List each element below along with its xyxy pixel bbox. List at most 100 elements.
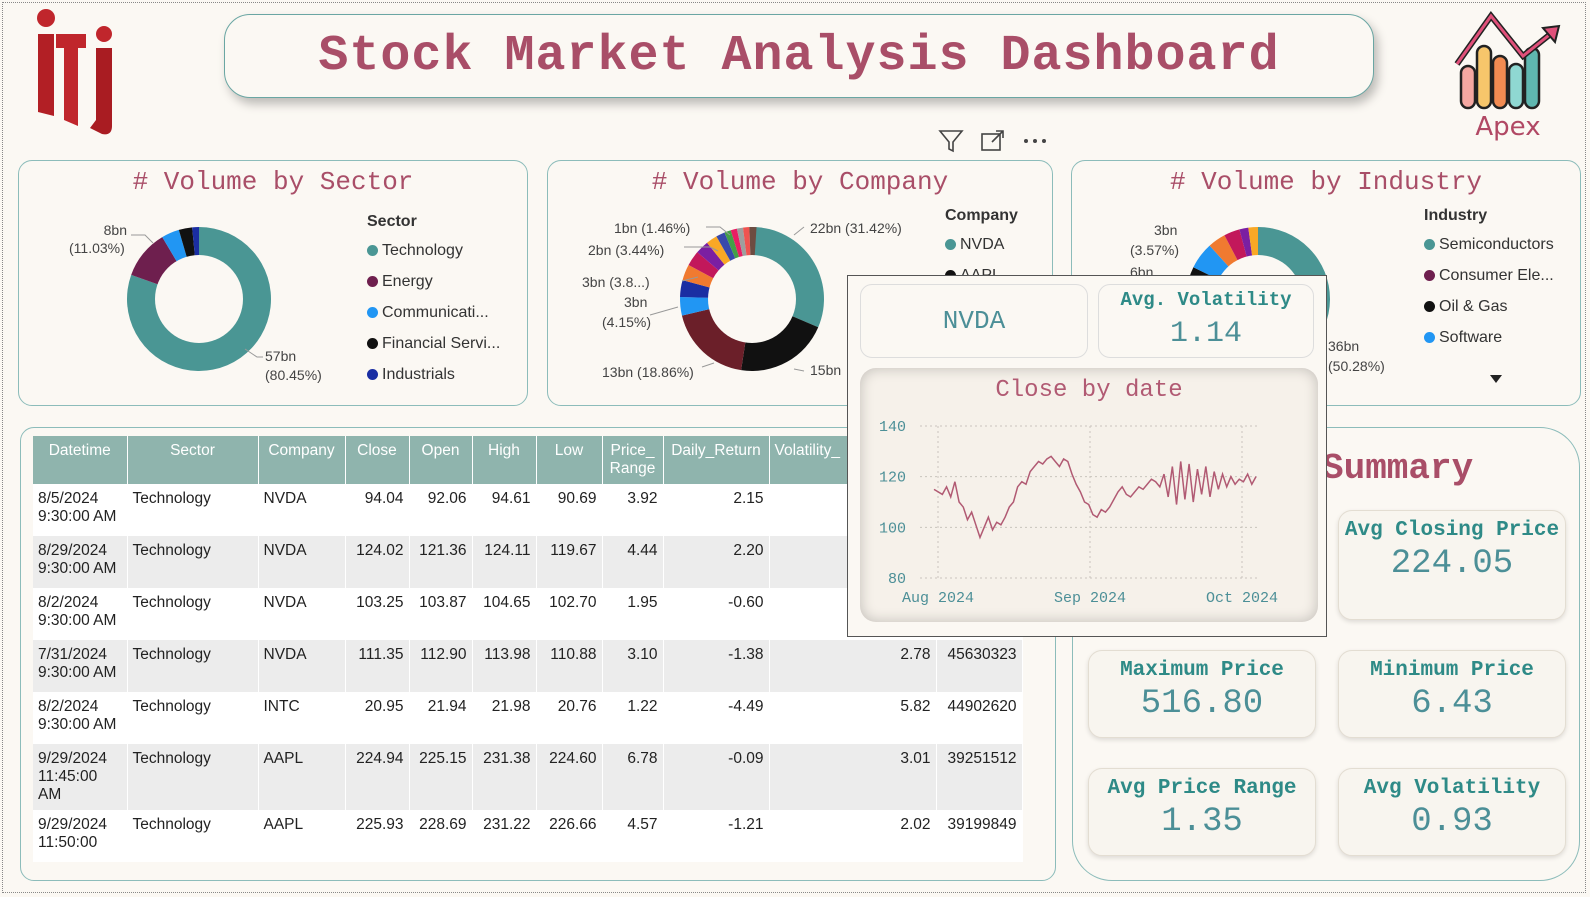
table-cell: AAPL bbox=[258, 810, 346, 862]
legend-dot bbox=[367, 338, 378, 349]
table-cell: Technology bbox=[127, 692, 259, 744]
table-row[interactable]: 7/31/2024 9:30:00 AM Technology NVDA 111.35… bbox=[33, 640, 1023, 692]
table-cell: 124.02 bbox=[345, 536, 410, 588]
table-cell: 8/2/2024 9:30:00 AM bbox=[33, 692, 128, 744]
table-cell: 1.95 bbox=[602, 588, 664, 640]
legend-label: Industrials bbox=[382, 365, 455, 383]
table-cell: 94.61 bbox=[472, 484, 537, 536]
company-label-2: 2bn (3.44%) bbox=[588, 242, 665, 258]
legend-label: Financial Servi... bbox=[382, 334, 501, 352]
legend-item[interactable]: Semiconductors bbox=[1424, 229, 1554, 260]
table-cell: 231.38 bbox=[472, 744, 537, 810]
table-row[interactable]: 9/29/2024 11:45:00 AM Technology AAPL 224.9… bbox=[33, 744, 1023, 810]
kpi-minimum-price: Minimum Price 6.43 bbox=[1338, 650, 1566, 738]
table-cell: 20.76 bbox=[536, 692, 603, 744]
column-header[interactable]: Datetime bbox=[33, 436, 128, 484]
legend-item[interactable]: Communicati... bbox=[367, 297, 500, 328]
table-cell: NVDA bbox=[258, 640, 346, 692]
industry-label-3-pct: (50.28%) bbox=[1328, 358, 1385, 374]
kpi-label: Minimum Price bbox=[1370, 659, 1534, 682]
table-cell: INTC bbox=[258, 692, 346, 744]
table-cell: 110.88 bbox=[536, 640, 603, 692]
more-options-icon[interactable] bbox=[1022, 128, 1048, 154]
table-cell: 7/31/2024 9:30:00 AM bbox=[33, 640, 128, 692]
table-cell: 6.78 bbox=[602, 744, 664, 810]
legend-dot bbox=[1424, 270, 1435, 281]
column-header[interactable]: High bbox=[472, 436, 537, 484]
legend-item[interactable]: NVDA bbox=[945, 229, 1018, 260]
sector-chart-title: # Volume by Sector bbox=[132, 167, 414, 197]
legend-item[interactable]: Consumer Ele... bbox=[1424, 260, 1554, 291]
industry-label-1-pct: (3.57%) bbox=[1130, 242, 1180, 258]
legend-item[interactable]: Software bbox=[1424, 322, 1554, 353]
table-cell: 113.98 bbox=[472, 640, 537, 692]
industry-label-1-value: 3bn bbox=[1154, 222, 1178, 238]
filter-icon[interactable] bbox=[938, 128, 964, 154]
focus-mode-icon[interactable] bbox=[980, 128, 1006, 154]
table-cell: -1.38 bbox=[663, 640, 770, 692]
legend-dot bbox=[367, 369, 378, 380]
tooltip-volatility-label: Avg. Volatility bbox=[1120, 289, 1292, 311]
column-header[interactable]: Open bbox=[409, 436, 473, 484]
table-cell: Technology bbox=[127, 536, 259, 588]
legend-item[interactable]: Technology bbox=[367, 235, 500, 266]
column-header[interactable]: Price_ Range bbox=[602, 436, 664, 484]
column-header[interactable]: Sector bbox=[127, 436, 259, 484]
legend-label: Oil & Gas bbox=[1439, 297, 1508, 315]
table-cell: 21.98 bbox=[472, 692, 537, 744]
table-cell: 119.67 bbox=[536, 536, 603, 588]
close-by-date-chart[interactable]: Close by date 80 100 120 140 Aug 2024 Sep 202… bbox=[860, 368, 1318, 622]
table-cell: 39251512 bbox=[936, 744, 1023, 810]
legend-item[interactable]: Oil & Gas bbox=[1424, 291, 1554, 322]
column-header[interactable]: Close bbox=[345, 436, 410, 484]
kpi-value: 224.05 bbox=[1390, 545, 1514, 583]
company-legend-title: Company bbox=[945, 207, 1018, 224]
dashboard-title: Stock Market Analysis Dashboard bbox=[318, 27, 1280, 85]
table-cell: 5.82 bbox=[769, 692, 937, 744]
table-cell: Technology bbox=[127, 744, 259, 810]
apex-label: Apex bbox=[1475, 112, 1541, 142]
table-cell: 226.66 bbox=[536, 810, 603, 862]
table-row[interactable]: 8/2/2024 9:30:00 AM Technology INTC 20.95 21… bbox=[33, 692, 1023, 744]
table-cell: 231.22 bbox=[472, 810, 537, 862]
y-tick-label: 100 bbox=[879, 520, 906, 537]
table-cell: 102.70 bbox=[536, 588, 603, 640]
table-cell: 8/5/2024 9:30:00 AM bbox=[33, 484, 128, 536]
table-cell: NVDA bbox=[258, 484, 346, 536]
sector-legend: Sector Technology Energy Communicati... … bbox=[367, 213, 500, 390]
table-cell: 44902620 bbox=[936, 692, 1023, 744]
table-cell: 4.44 bbox=[602, 536, 664, 588]
table-cell: AAPL bbox=[258, 744, 346, 810]
table-cell: 8/29/2024 9:30:00 AM bbox=[33, 536, 128, 588]
company-label-4-pct: (4.15%) bbox=[602, 314, 652, 330]
close-by-date-card: Close by date 80 100 120 140 Aug 2024 Sep 202… bbox=[860, 368, 1318, 622]
table-cell: 90.69 bbox=[536, 484, 603, 536]
legend-dot bbox=[367, 307, 378, 318]
kpi-label: Avg Volatility bbox=[1363, 777, 1541, 800]
table-cell: -0.60 bbox=[663, 588, 770, 640]
table-cell: 45630323 bbox=[936, 640, 1023, 692]
legend-scroll-down-icon[interactable] bbox=[1490, 375, 1502, 383]
visual-toolbar bbox=[938, 128, 1048, 154]
table-cell: 104.65 bbox=[472, 588, 537, 640]
sector-legend-title: Sector bbox=[367, 213, 417, 230]
table-cell: NVDA bbox=[258, 536, 346, 588]
table-cell: 94.04 bbox=[345, 484, 410, 536]
column-header[interactable]: Low bbox=[536, 436, 603, 484]
table-row[interactable]: 9/29/2024 11:50:00 Technology AAPL 225.93 22… bbox=[33, 810, 1023, 862]
table-cell: 111.35 bbox=[345, 640, 410, 692]
industry-legend: Industry Semiconductors Consumer Ele... … bbox=[1424, 207, 1554, 353]
table-cell: 2.02 bbox=[769, 810, 937, 862]
close-price-line[interactable] bbox=[933, 455, 1257, 540]
table-cell: Technology bbox=[127, 810, 259, 862]
column-header[interactable]: Daily_Return bbox=[663, 436, 770, 484]
apex-chart-icon bbox=[1454, 11, 1561, 110]
kpi-label: Maximum Price bbox=[1120, 659, 1284, 682]
apex-logo: Apex bbox=[1453, 8, 1563, 144]
legend-item[interactable]: Energy bbox=[367, 266, 500, 297]
legend-label: Energy bbox=[382, 272, 433, 290]
legend-item[interactable]: Industrials bbox=[367, 359, 500, 390]
sector-leader-lines bbox=[131, 234, 263, 358]
legend-item[interactable]: Financial Servi... bbox=[367, 328, 500, 359]
column-header[interactable]: Company bbox=[258, 436, 346, 484]
